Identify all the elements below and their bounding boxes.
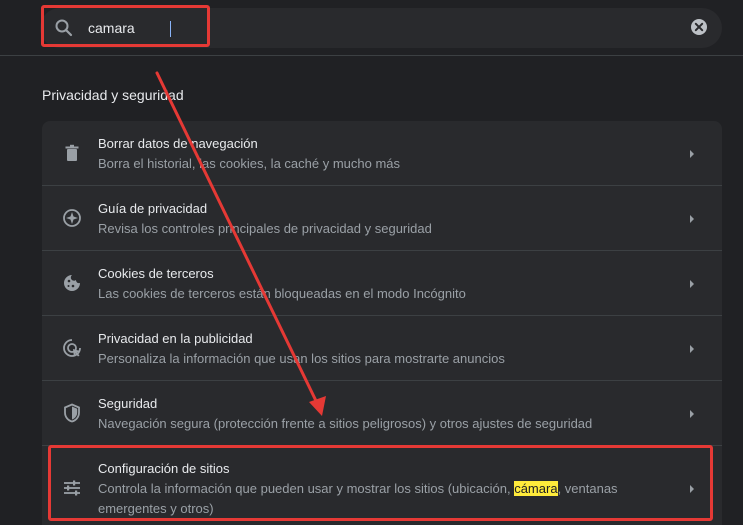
row-subtitle: Personaliza la información que usan los … bbox=[98, 351, 505, 366]
row-third-party-cookies[interactable]: Cookies de terceros Las cookies de terce… bbox=[42, 250, 722, 316]
row-ad-privacy[interactable]: Privacidad en la publicidad Personaliza … bbox=[42, 315, 722, 381]
row-subtitle: Borra el historial, las cookies, la cach… bbox=[98, 156, 401, 171]
row-title: Cookies de terceros bbox=[98, 266, 214, 281]
search-highlight: cámara bbox=[514, 481, 558, 496]
section-title: Privacidad y seguridad bbox=[42, 87, 184, 103]
row-subtitle: Navegación segura (protección frente a s… bbox=[98, 416, 593, 431]
row-title: Configuración de sitios bbox=[98, 461, 230, 476]
chevron-right-icon bbox=[687, 147, 697, 159]
row-title: Seguridad bbox=[98, 396, 158, 411]
row-title: Privacidad en la publicidad bbox=[98, 331, 253, 346]
search-icon bbox=[54, 18, 74, 38]
chevron-right-icon bbox=[687, 212, 697, 224]
trash-icon bbox=[62, 143, 82, 163]
row-subtitle-before: Controla la información que pueden usar … bbox=[98, 481, 515, 496]
compass-icon bbox=[62, 208, 82, 228]
search-bar[interactable] bbox=[40, 8, 722, 48]
row-clear-browsing-data[interactable]: Borrar datos de navegación Borra el hist… bbox=[42, 121, 722, 186]
clear-search-icon[interactable] bbox=[690, 18, 708, 36]
row-subtitle: Las cookies de terceros están bloqueadas… bbox=[98, 286, 466, 301]
row-security[interactable]: Seguridad Navegación segura (protección … bbox=[42, 380, 722, 446]
settings-card: Borrar datos de navegación Borra el hist… bbox=[42, 121, 722, 525]
shield-icon bbox=[62, 403, 82, 423]
text-caret bbox=[170, 21, 171, 37]
row-subtitle-line2: emergentes y otros) bbox=[98, 501, 214, 516]
row-subtitle-after: , ventanas bbox=[557, 481, 618, 496]
row-privacy-guide[interactable]: Guía de privacidad Revisa los controles … bbox=[42, 185, 722, 251]
ad-privacy-icon bbox=[62, 338, 82, 358]
search-input[interactable] bbox=[88, 17, 488, 39]
row-site-settings[interactable]: Configuración de sitios Controla la info… bbox=[42, 445, 722, 525]
row-title: Borrar datos de navegación bbox=[98, 136, 258, 151]
sliders-icon bbox=[62, 478, 82, 498]
row-subtitle: Revisa los controles principales de priv… bbox=[98, 221, 432, 236]
row-subtitle: Controla la información que pueden usar … bbox=[98, 481, 618, 496]
row-title: Guía de privacidad bbox=[98, 201, 208, 216]
chevron-right-icon bbox=[687, 407, 697, 419]
cookie-icon bbox=[62, 273, 82, 293]
chevron-right-icon bbox=[687, 482, 697, 494]
chevron-right-icon bbox=[687, 277, 697, 289]
header-divider bbox=[0, 55, 743, 56]
chevron-right-icon bbox=[687, 342, 697, 354]
settings-page: Privacidad y seguridad Borrar datos de n… bbox=[0, 0, 743, 525]
